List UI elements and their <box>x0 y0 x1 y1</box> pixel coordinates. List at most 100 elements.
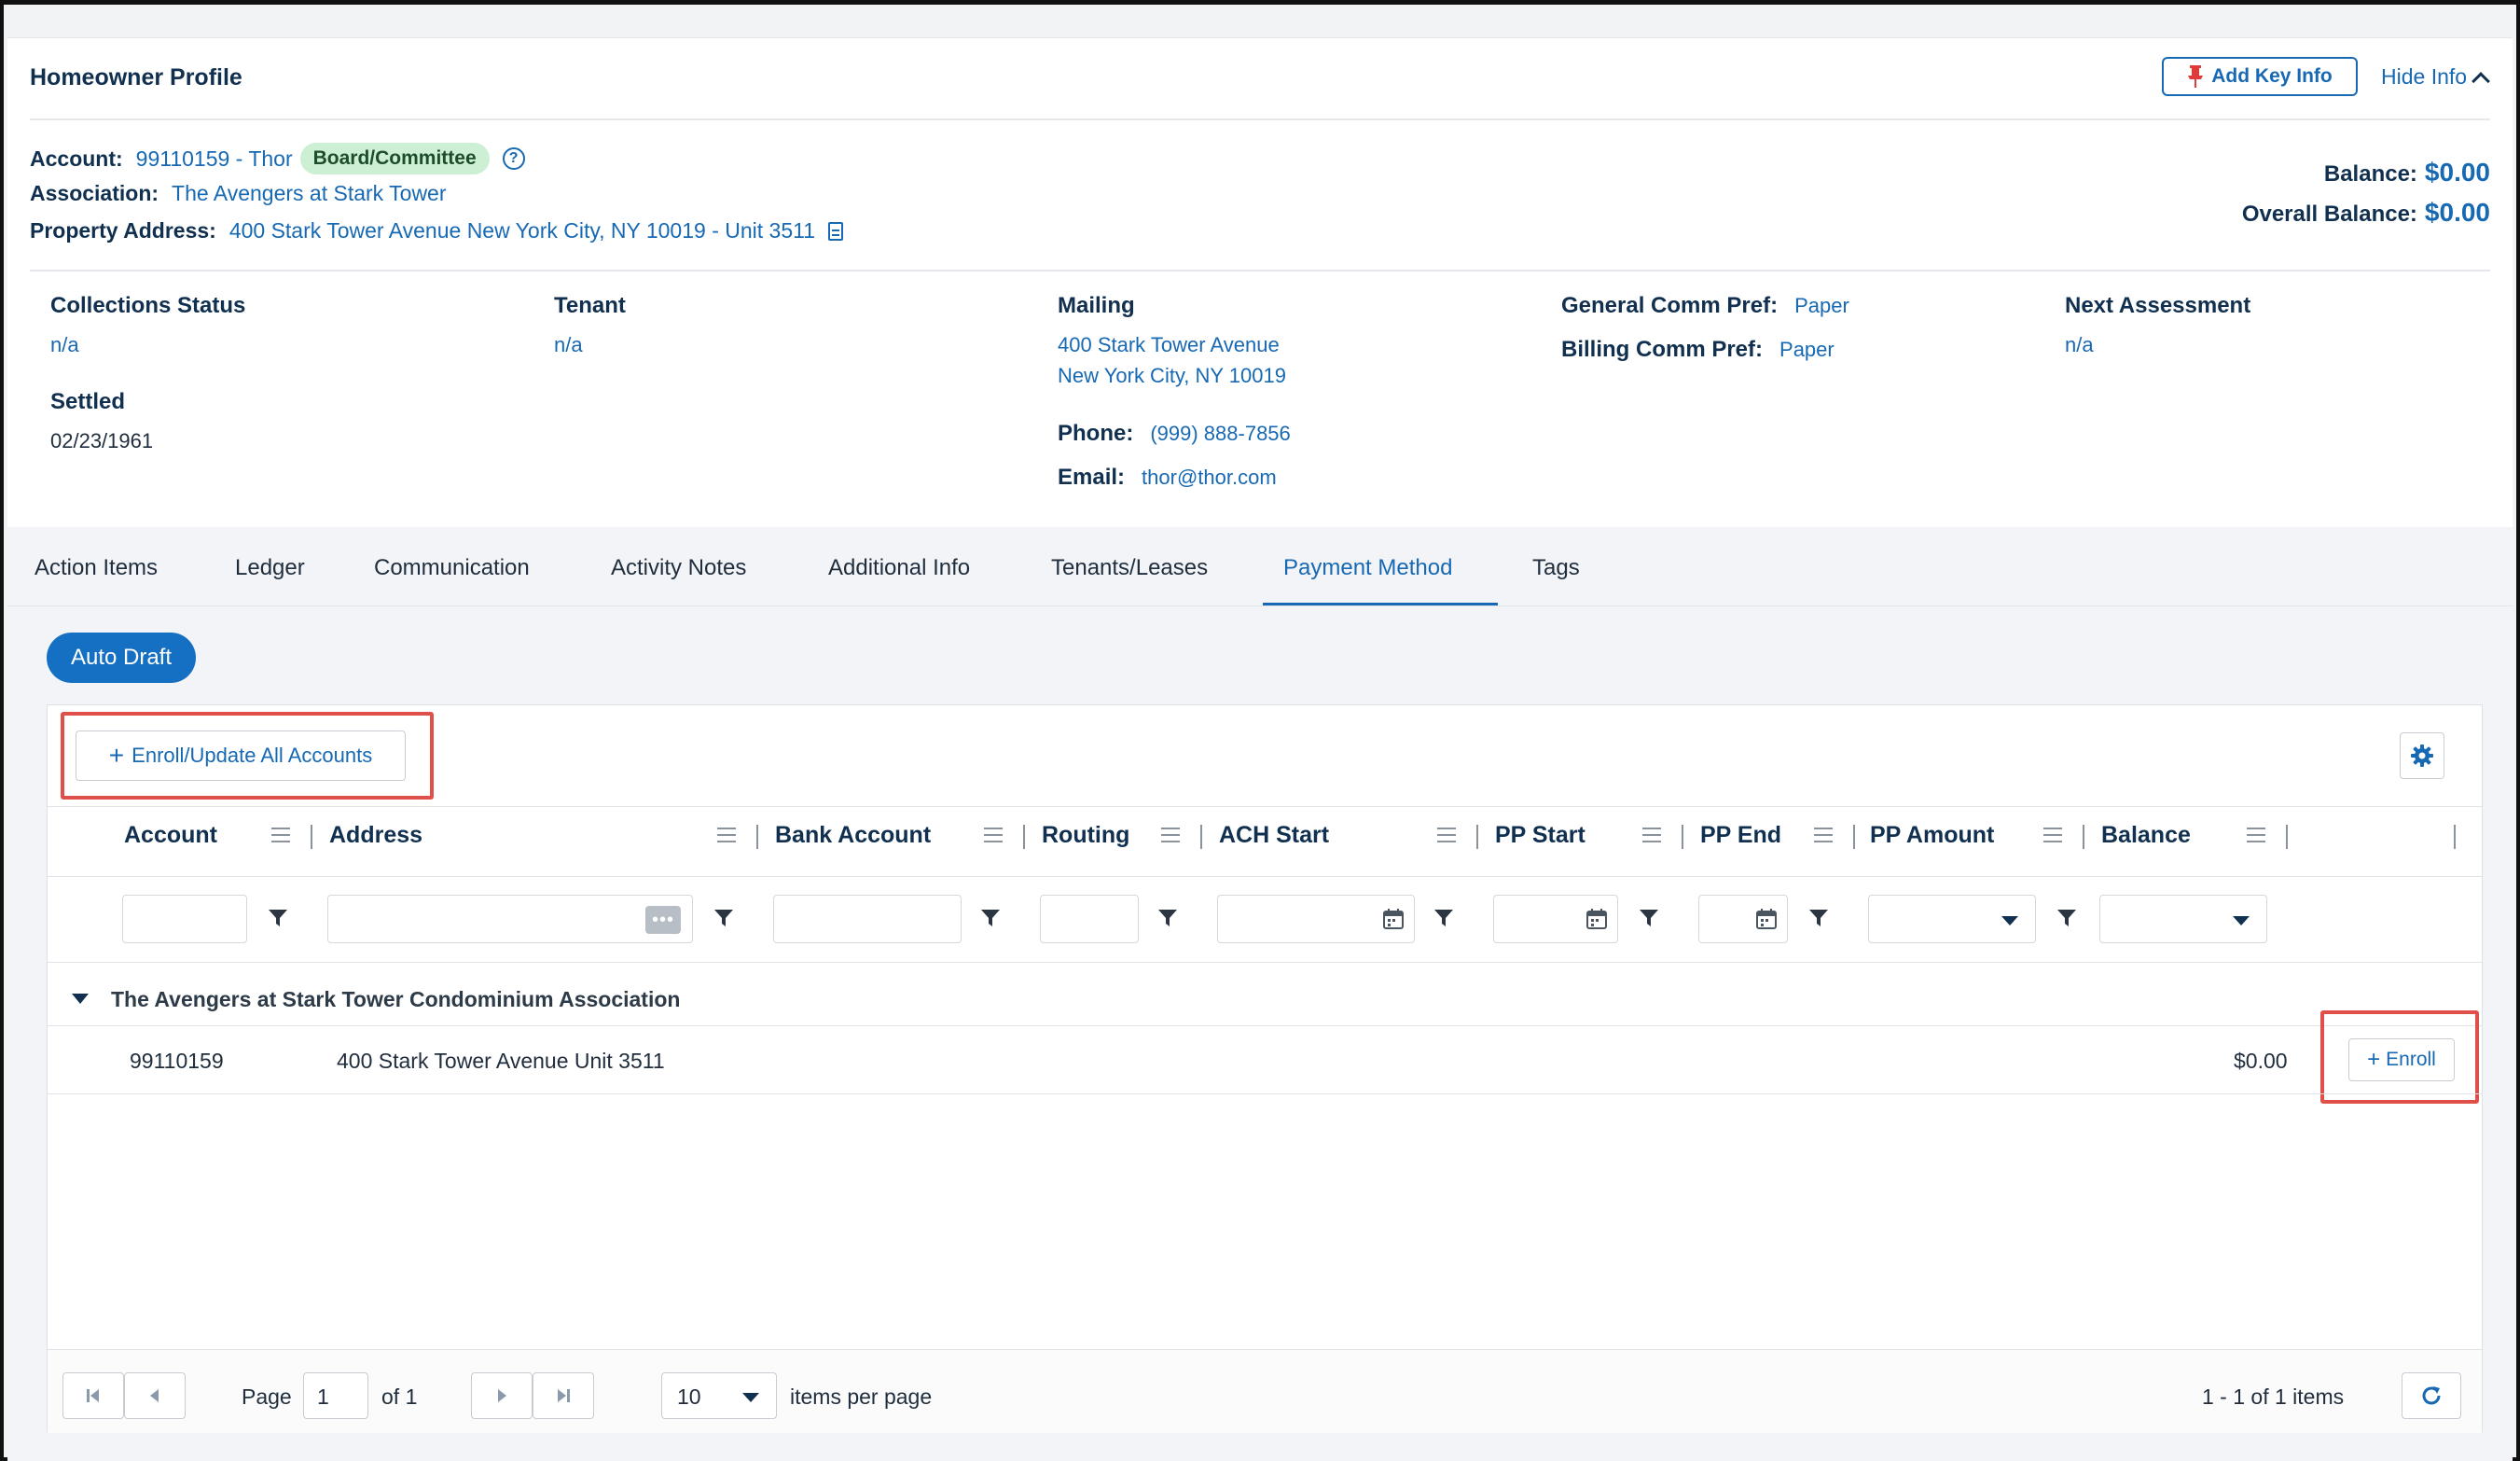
next-assessment-value[interactable]: n/a <box>2065 333 2094 357</box>
gear-icon <box>2411 744 2433 767</box>
column-menu-icon[interactable] <box>1814 828 1833 842</box>
column-header-pp-amount[interactable]: PP Amount <box>1870 822 1994 849</box>
property-address-link[interactable]: 400 Stark Tower Avenue New York City, NY… <box>229 218 815 244</box>
calendar-icon[interactable] <box>1585 908 1608 930</box>
document-icon[interactable] <box>828 221 843 241</box>
previous-page-button[interactable] <box>124 1372 186 1419</box>
page-number-input[interactable]: 1 <box>303 1372 368 1419</box>
general-comm-row: General Comm Pref: Paper <box>1561 293 1849 319</box>
account-row: Account: 99110159 - Thor Board/Committee… <box>30 143 525 174</box>
pin-icon <box>2188 65 2204 88</box>
column-menu-icon[interactable] <box>1642 828 1661 842</box>
filter-icon[interactable] <box>713 908 734 928</box>
tab-ledger[interactable]: Ledger <box>235 555 305 581</box>
tab-activity-notes[interactable]: Activity Notes <box>611 555 746 581</box>
filter-icon[interactable] <box>980 908 1001 928</box>
balance-filter-input[interactable] <box>2099 895 2267 943</box>
column-header-address[interactable]: Address <box>329 822 422 849</box>
help-icon[interactable]: ? <box>502 147 525 170</box>
column-resize-handle[interactable] <box>2454 825 2456 849</box>
chevron-down-icon[interactable] <box>2233 916 2250 925</box>
column-resize-handle[interactable] <box>1476 825 1478 849</box>
calendar-icon[interactable] <box>1755 908 1778 930</box>
column-resize-handle[interactable] <box>1682 825 1683 849</box>
auto-draft-button[interactable]: Auto Draft <box>47 633 196 683</box>
address-filter-input[interactable]: ••• <box>327 895 693 943</box>
column-resize-handle[interactable] <box>2286 825 2288 849</box>
ach-start-date-picker[interactable] <box>1217 895 1415 943</box>
column-resize-handle[interactable] <box>1200 825 1202 849</box>
association-row: Association: The Avengers at Stark Tower <box>30 181 447 206</box>
tab-payment-method[interactable]: Payment Method <box>1283 555 1452 581</box>
column-resize-handle[interactable] <box>1853 825 1855 849</box>
filter-icon[interactable] <box>1433 908 1454 928</box>
tenant-label: Tenant <box>554 293 626 318</box>
column-header-ach-start[interactable]: ACH Start <box>1219 822 1329 849</box>
tenant-value[interactable]: n/a <box>554 333 583 357</box>
column-menu-icon[interactable] <box>2247 828 2265 842</box>
last-page-button[interactable] <box>533 1372 594 1419</box>
balance-value: $0.00 <box>2424 158 2490 187</box>
column-menu-icon[interactable] <box>717 828 736 842</box>
account-link[interactable]: 99110159 - Thor <box>136 146 293 172</box>
column-header-routing[interactable]: Routing <box>1042 822 1129 849</box>
email-value[interactable]: thor@thor.com <box>1142 466 1277 489</box>
pp-end-date-picker[interactable] <box>1698 895 1788 943</box>
account-filter-input[interactable] <box>122 895 247 943</box>
column-resize-handle[interactable] <box>756 825 758 849</box>
mailing-line-1[interactable]: 400 Stark Tower Avenue <box>1058 333 1280 357</box>
column-resize-handle[interactable] <box>1023 825 1025 849</box>
collapse-caret-icon[interactable] <box>72 994 89 1004</box>
column-header-account[interactable]: Account <box>124 822 217 849</box>
column-menu-icon[interactable] <box>1437 828 1456 842</box>
billing-comm-value[interactable]: Paper <box>1779 338 1835 361</box>
chevron-down-icon[interactable] <box>2001 916 2018 925</box>
tab-tenants-leases[interactable]: Tenants/Leases <box>1051 555 1208 581</box>
chevron-down-icon <box>742 1393 759 1402</box>
billing-comm-label: Billing Comm Pref: <box>1561 337 1764 362</box>
column-menu-icon[interactable] <box>2043 828 2062 842</box>
app-frame: Homeowner Profile Add Key Info Hide Info… <box>0 0 2520 1461</box>
filter-icon[interactable] <box>1808 908 1829 928</box>
column-menu-icon[interactable] <box>1161 828 1180 842</box>
filter-icon[interactable] <box>268 908 288 928</box>
column-header-bank-account[interactable]: Bank Account <box>775 822 931 849</box>
next-page-button[interactable] <box>471 1372 533 1419</box>
column-header-pp-start[interactable]: PP Start <box>1495 822 1585 849</box>
bank-account-filter-input[interactable] <box>773 895 962 943</box>
mailing-line-2[interactable]: New York City, NY 10019 <box>1058 364 1286 388</box>
association-link[interactable]: The Avengers at Stark Tower <box>172 181 446 206</box>
page-size-select[interactable]: 10 <box>661 1372 777 1419</box>
tab-additional-info[interactable]: Additional Info <box>828 555 970 581</box>
add-key-info-button[interactable]: Add Key Info <box>2162 57 2358 96</box>
divider <box>48 806 2482 807</box>
phone-value[interactable]: (999) 888-7856 <box>1150 422 1290 445</box>
column-header-balance[interactable]: Balance <box>2101 822 2191 849</box>
column-menu-icon[interactable] <box>984 828 1003 842</box>
routing-filter-input[interactable] <box>1040 895 1139 943</box>
email-row: Email: thor@thor.com <box>1058 465 1277 491</box>
chevron-up-icon <box>2472 71 2490 90</box>
column-header-pp-end[interactable]: PP End <box>1700 822 1781 849</box>
filter-icon[interactable] <box>2056 908 2077 928</box>
tab-communication[interactable]: Communication <box>374 555 530 581</box>
column-resize-handle[interactable] <box>2083 825 2084 849</box>
collections-status-value[interactable]: n/a <box>50 333 79 357</box>
refresh-button[interactable] <box>2402 1372 2461 1419</box>
account-label: Account: <box>30 146 123 171</box>
pp-amount-filter-input[interactable] <box>1868 895 2036 943</box>
tab-tags[interactable]: Tags <box>1532 555 1580 581</box>
more-options-icon[interactable]: ••• <box>645 906 681 934</box>
general-comm-value[interactable]: Paper <box>1794 294 1849 317</box>
homeowner-profile-card: Homeowner Profile Add Key Info Hide Info… <box>7 37 2513 527</box>
filter-icon[interactable] <box>1639 908 1659 928</box>
pp-start-date-picker[interactable] <box>1493 895 1618 943</box>
column-menu-icon[interactable] <box>271 828 290 842</box>
tab-action-items[interactable]: Action Items <box>35 555 158 581</box>
calendar-icon[interactable] <box>1382 908 1405 930</box>
first-page-button[interactable] <box>62 1372 124 1419</box>
filter-icon[interactable] <box>1157 908 1178 928</box>
hide-info-toggle[interactable]: Hide Info <box>2381 64 2490 90</box>
grid-settings-button[interactable] <box>2400 732 2444 779</box>
column-resize-handle[interactable] <box>311 825 312 849</box>
